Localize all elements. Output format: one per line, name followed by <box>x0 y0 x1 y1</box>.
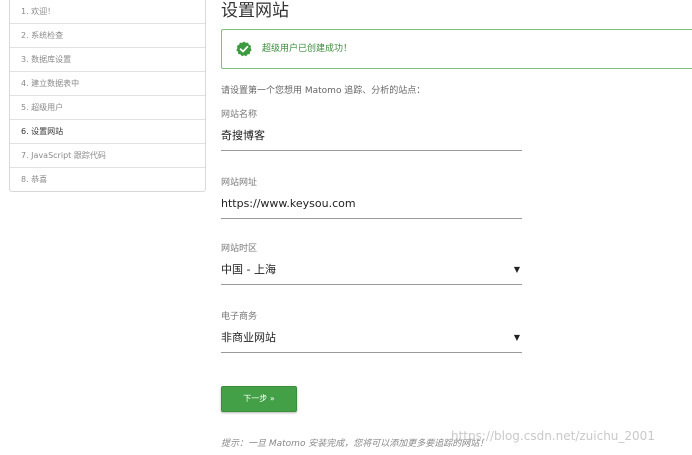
site-name-input[interactable]: 奇搜博客 <box>221 122 522 151</box>
ecommerce-label: 电子商务 <box>221 312 258 322</box>
next-button[interactable]: 下一步 » <box>221 386 297 412</box>
dropdown-caret-icon: ▼ <box>513 333 520 342</box>
timezone-field: 网站时区 中国 - 上海 ▼ <box>221 242 522 285</box>
site-url-label: 网站网址 <box>221 178 258 188</box>
success-check-icon <box>236 41 252 57</box>
installation-steps: 1. 欢迎！ 2. 系统检查 3. 数据库设置 4. 建立数据表中 5. 超级用… <box>9 0 206 192</box>
step-setup-website: 6. 设置网站 <box>10 119 205 143</box>
step-superuser: 5. 超级用户 <box>10 95 205 119</box>
site-name-field: 网站名称 奇搜博客 <box>221 108 522 151</box>
dropdown-caret-icon: ▼ <box>513 265 520 274</box>
installer-page: 1. 欢迎！ 2. 系统检查 3. 数据库设置 4. 建立数据表中 5. 超级用… <box>0 0 692 455</box>
tip-text: 提示：一旦 Matomo 安装完成，您将可以添加更多要追踪的网站！ <box>221 439 489 449</box>
ecommerce-selected-value: 非商业网站 <box>221 331 276 344</box>
step-javascript-tracking: 7. JavaScript 跟踪代码 <box>10 143 205 167</box>
ecommerce-field: 电子商务 非商业网站 ▼ <box>221 310 522 353</box>
site-url-input[interactable]: https://www.keysou.com <box>221 190 522 219</box>
page-title: 设置网站 <box>221 1 289 21</box>
ecommerce-select[interactable]: 非商业网站 ▼ <box>221 324 522 353</box>
timezone-label: 网站时区 <box>221 244 258 254</box>
step-create-tables: 4. 建立数据表中 <box>10 71 205 95</box>
site-url-field: 网站网址 https://www.keysou.com <box>221 176 522 219</box>
step-database-setup: 3. 数据库设置 <box>10 47 205 71</box>
step-system-check: 2. 系统检查 <box>10 23 205 47</box>
timezone-selected-value: 中国 - 上海 <box>221 263 276 276</box>
step-welcome: 1. 欢迎！ <box>21 7 56 16</box>
success-alert: 超级用户已创建成功！ <box>221 29 692 69</box>
step-congratulations: 8. 恭喜 <box>10 167 205 191</box>
site-name-label: 网站名称 <box>221 110 258 120</box>
alert-message: 超级用户已创建成功！ <box>262 44 353 54</box>
intro-text: 请设置第一个您想用 Matomo 追踪、分析的站点： <box>221 86 426 96</box>
timezone-select[interactable]: 中国 - 上海 ▼ <box>221 256 522 285</box>
watermark: https://blog.csdn.net/zuichu_2001 <box>451 429 655 443</box>
